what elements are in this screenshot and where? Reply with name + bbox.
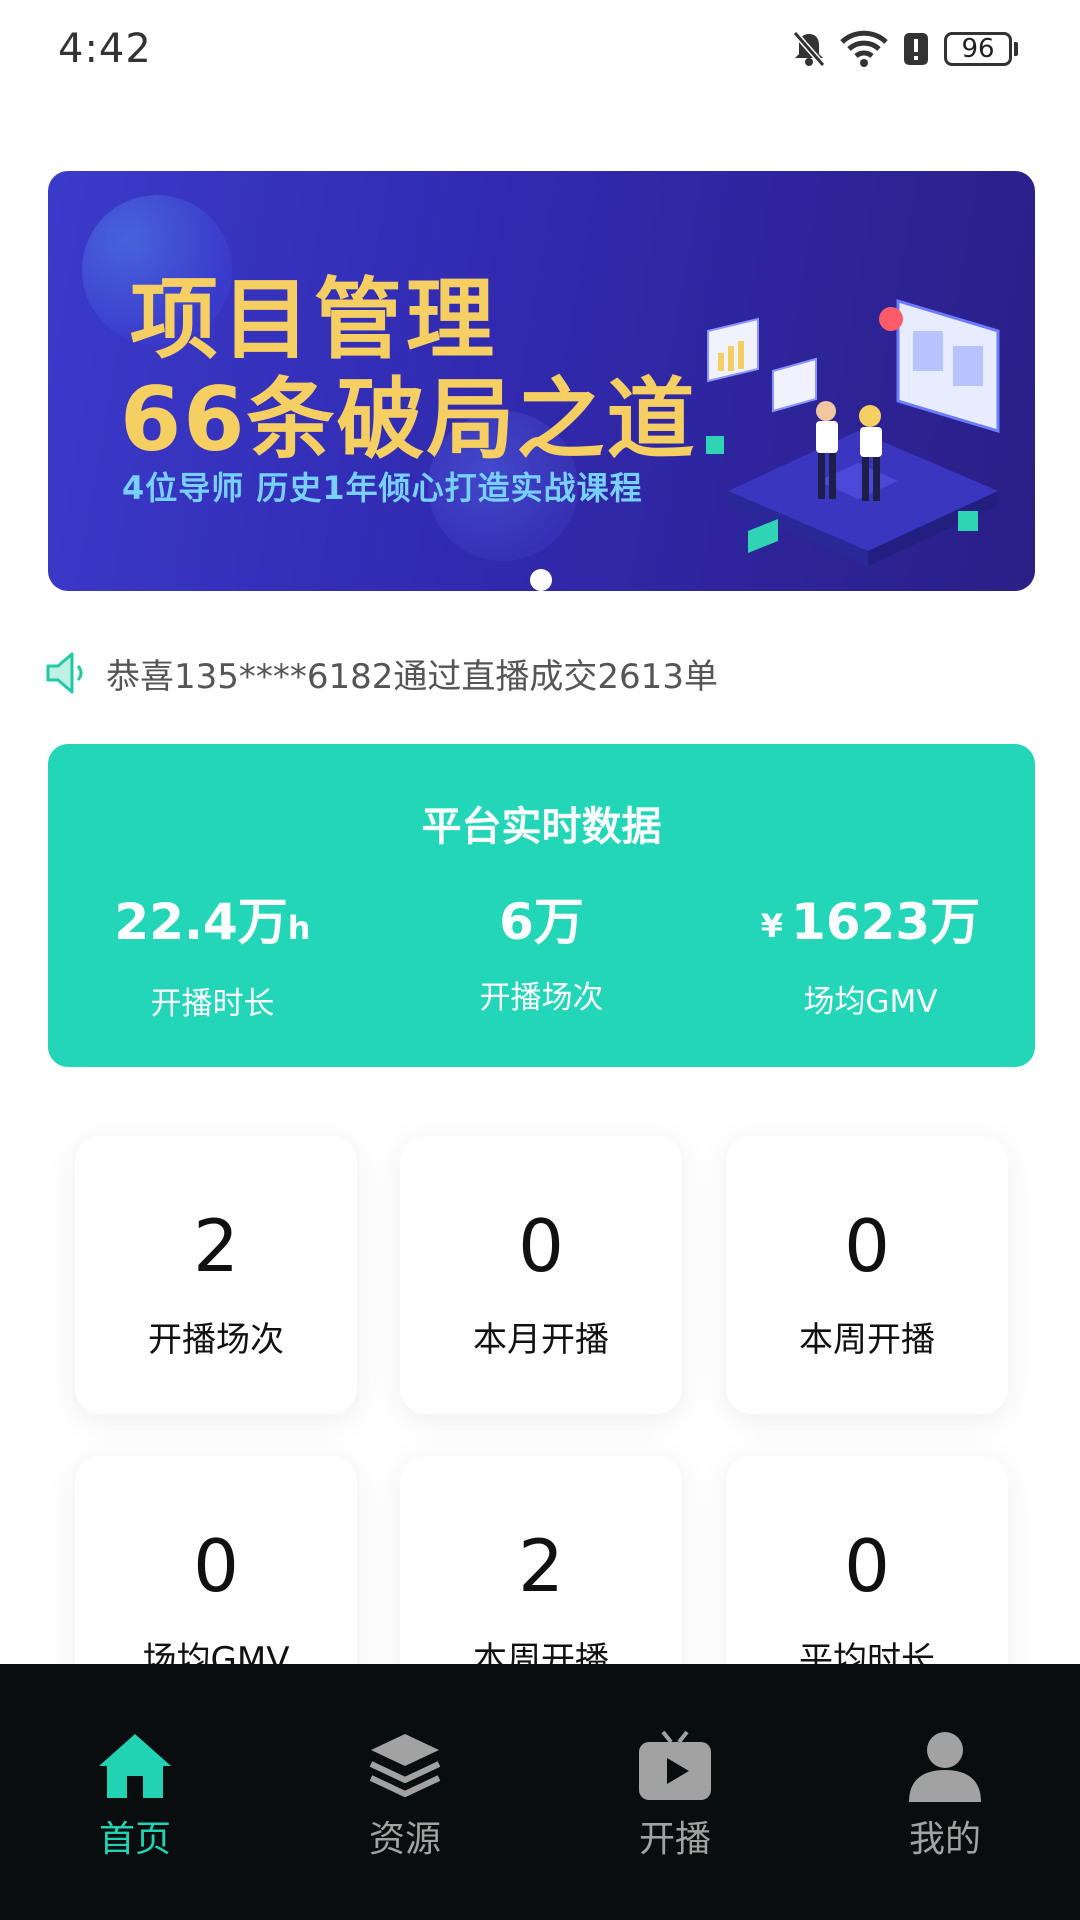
currency-symbol: ¥: [760, 906, 784, 945]
user-icon: [909, 1732, 981, 1802]
platform-data-title: 平台实时数据: [421, 804, 662, 850]
stat-tile-this-week[interactable]: 0 本周开播: [726, 1136, 1008, 1414]
stat-label: 开播时长: [150, 986, 275, 1022]
home-icon: [99, 1734, 171, 1798]
status-bar: 4:42 96: [0, 0, 1080, 100]
tile-label: 开播场次: [148, 1320, 284, 1360]
nav-label: 首页: [98, 1819, 171, 1860]
tile-label: 本月开播: [473, 1320, 609, 1360]
tile-value: 0: [518, 1204, 564, 1288]
speaker-icon: [46, 652, 83, 694]
nav-item-resources[interactable]: 资源: [305, 1726, 505, 1862]
layers-icon: [369, 1734, 441, 1797]
nav-item-home[interactable]: 首页: [35, 1726, 235, 1862]
stat-value: 1623万: [791, 893, 981, 951]
platform-stat-sessions: 6万 开播场次: [377, 892, 706, 1017]
tv-play-icon: [639, 1730, 711, 1800]
stat-label: 开播场次: [479, 980, 604, 1016]
wifi-icon: [840, 30, 888, 67]
tile-value: 2: [518, 1524, 564, 1608]
stat-tile-sessions[interactable]: 2 开播场次: [75, 1136, 357, 1414]
status-icons: 96: [792, 30, 1018, 68]
mute-icon: [792, 31, 826, 67]
tile-value: 2: [193, 1204, 239, 1288]
nav-item-profile[interactable]: 我的: [845, 1726, 1045, 1862]
stat-unit: h: [287, 909, 311, 947]
tile-value: 0: [844, 1204, 890, 1288]
banner-title-line2: 66条破局之道: [120, 368, 697, 471]
tile-label: 本周开播: [799, 1320, 935, 1360]
status-time: 4:42: [58, 26, 152, 72]
stat-tile-this-month[interactable]: 0 本月开播: [400, 1136, 682, 1414]
nav-label: 开播: [638, 1819, 711, 1860]
promo-banner[interactable]: 项目管理 66条破局之道 4位导师 历史1年倾心打造实战课程: [48, 171, 1035, 591]
tile-value: 0: [844, 1524, 890, 1608]
notice-bar: 恭喜135****6182通过直播成交2613单: [42, 648, 718, 698]
platform-stat-duration: 22.4万h 开播时长: [48, 892, 377, 1023]
stat-value: 6万: [499, 893, 584, 951]
nav-label: 资源: [368, 1819, 441, 1860]
notice-text: 恭喜135****6182通过直播成交2613单: [106, 656, 718, 697]
battery-icon: 96: [944, 32, 1018, 66]
tile-value: 0: [193, 1524, 239, 1608]
carousel-indicator[interactable]: [530, 569, 552, 591]
alert-icon: [904, 33, 928, 65]
stat-value: 22.4万: [114, 893, 288, 951]
platform-stat-gmv: ¥1623万 场均GMV: [706, 892, 1035, 1021]
battery-level: 96: [944, 32, 1012, 66]
stat-label: 场均GMV: [803, 983, 938, 1020]
platform-data-card: 平台实时数据 22.4万h 开播时长 6万 开播场次 ¥1623万 场均GMV: [48, 744, 1035, 1067]
banner-subtitle: 4位导师 历史1年倾心打造实战课程: [122, 469, 643, 507]
bottom-nav: 首页 资源 开播 我的: [0, 1664, 1080, 1920]
banner-illustration: [706, 298, 1000, 566]
nav-item-broadcast[interactable]: 开播: [575, 1726, 775, 1862]
nav-label: 我的: [908, 1819, 981, 1860]
